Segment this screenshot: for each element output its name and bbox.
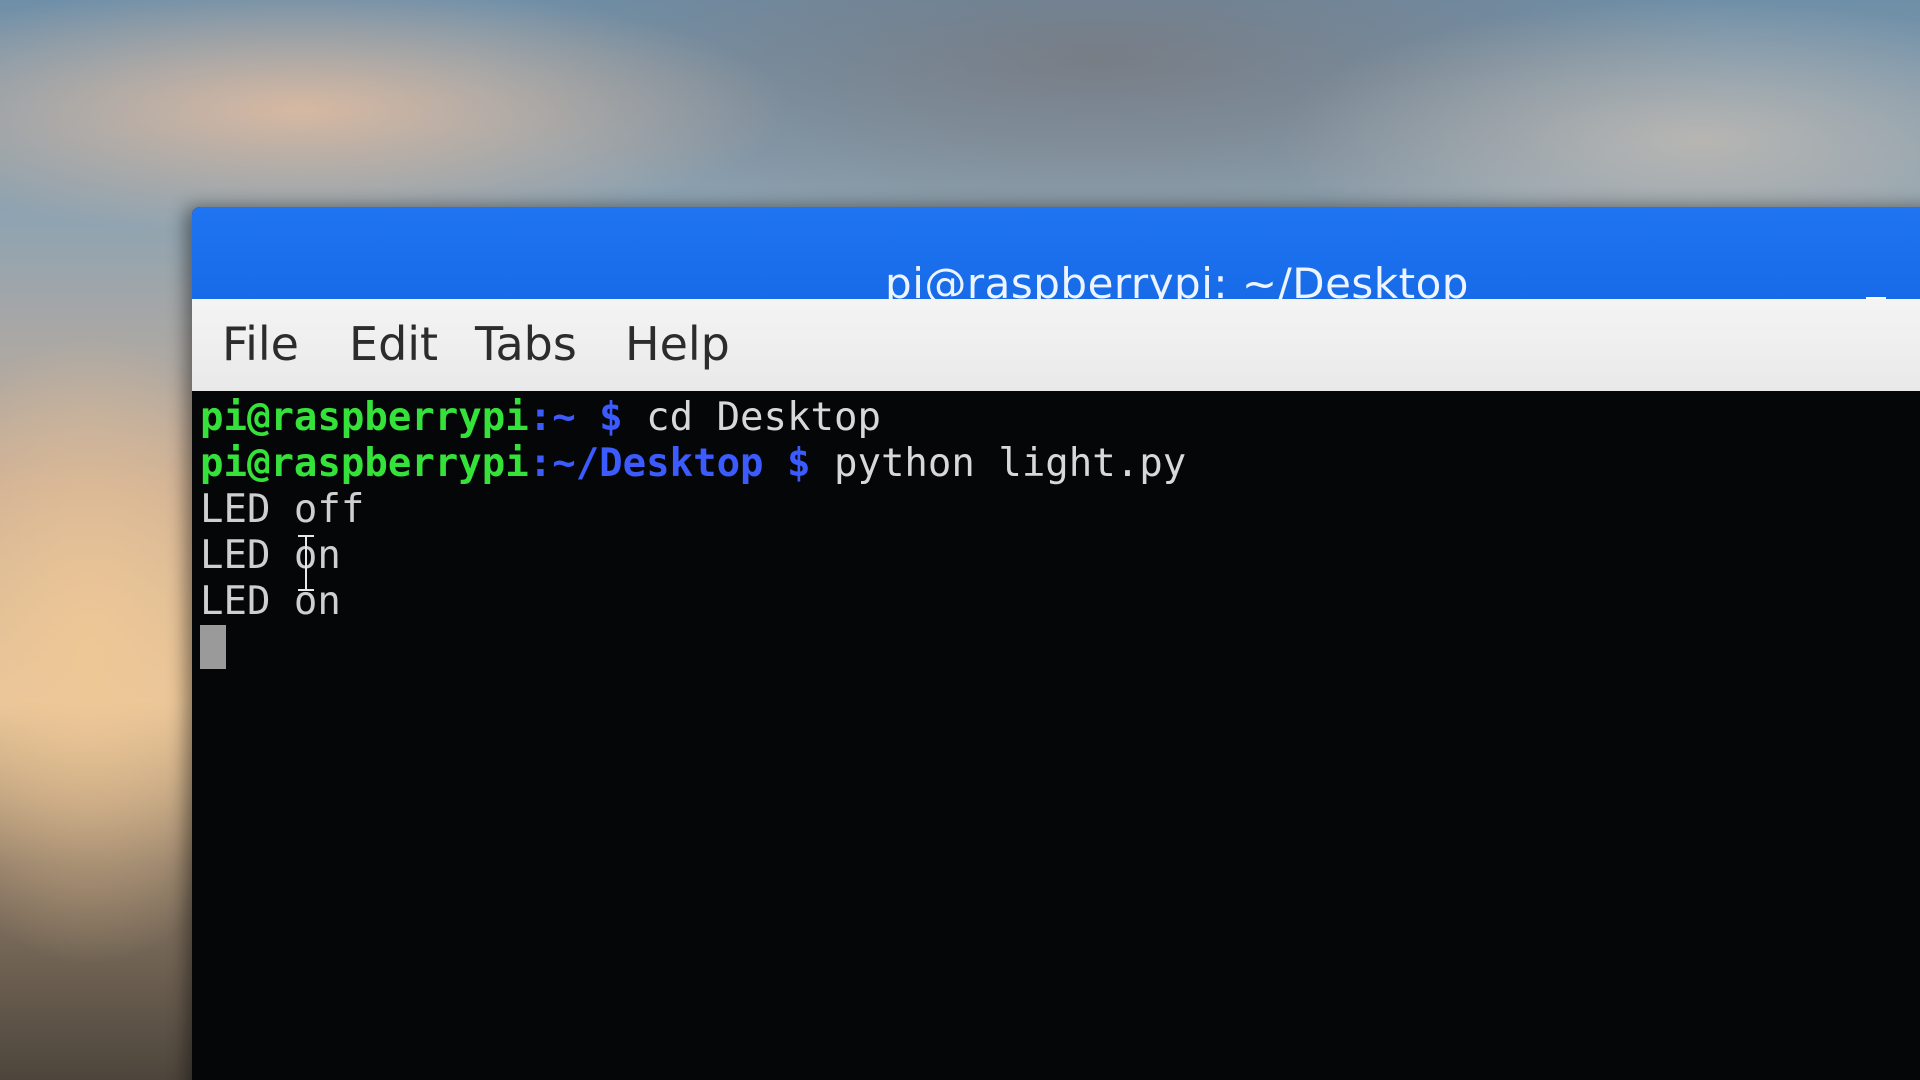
text-cursor [200,625,226,669]
output-line: LED on [200,533,341,578]
menu-tabs[interactable]: Tabs [475,317,577,371]
prompt-user: pi@raspberrypi [200,441,529,486]
command-text: cd Desktop [622,395,881,440]
output-line: LED off [200,487,365,532]
ibeam-cursor-icon [298,535,314,591]
desktop-wallpaper: pi@raspberrypi: ~/Desktop File Edit Tabs… [0,0,1920,1080]
terminal-window[interactable]: pi@raspberrypi: ~/Desktop File Edit Tabs… [192,207,1920,1080]
output-line: LED on [200,579,341,624]
menu-edit[interactable]: Edit [349,317,438,371]
prompt-path: :~/Desktop $ [528,441,811,486]
prompt-user: pi@raspberrypi [200,395,529,440]
terminal-line: pi@raspberrypi:~ $ cd Desktop [200,395,1920,441]
menu-help[interactable]: Help [625,317,730,371]
menu-bar: File Edit Tabs Help [192,299,1920,392]
terminal-line: pi@raspberrypi:~/Desktop $ python light.… [200,441,1920,487]
prompt-path: :~ $ [528,395,623,440]
cursor-line [200,625,1920,671]
command-text: python light.py [810,441,1187,486]
title-bar[interactable]: pi@raspberrypi: ~/Desktop [192,207,1920,319]
menu-file[interactable]: File [222,317,299,371]
terminal-output-area[interactable]: pi@raspberrypi:~ $ cd Desktop pi@raspber… [192,391,1920,1080]
